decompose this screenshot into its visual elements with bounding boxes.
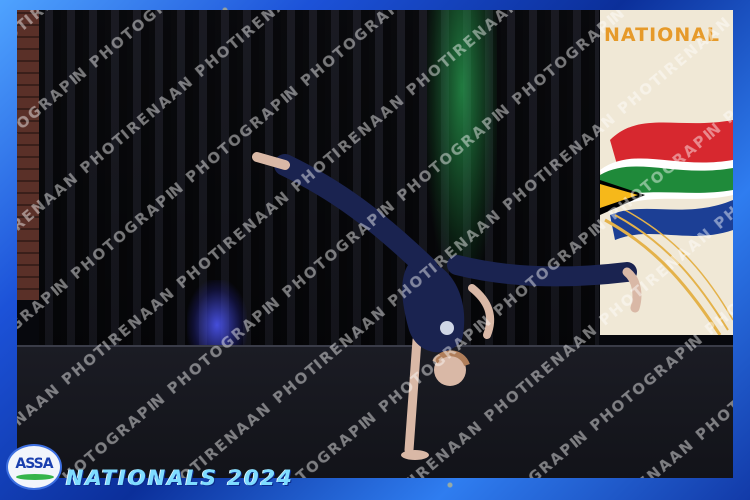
logo-text: ASSA [15,456,53,472]
logo-swoosh [16,474,54,480]
gymnast [252,152,642,460]
assa-logo: ASSA [6,444,62,490]
event-title: NATIONALS 2024 [66,466,294,490]
photo: NATIONAL [17,10,733,478]
